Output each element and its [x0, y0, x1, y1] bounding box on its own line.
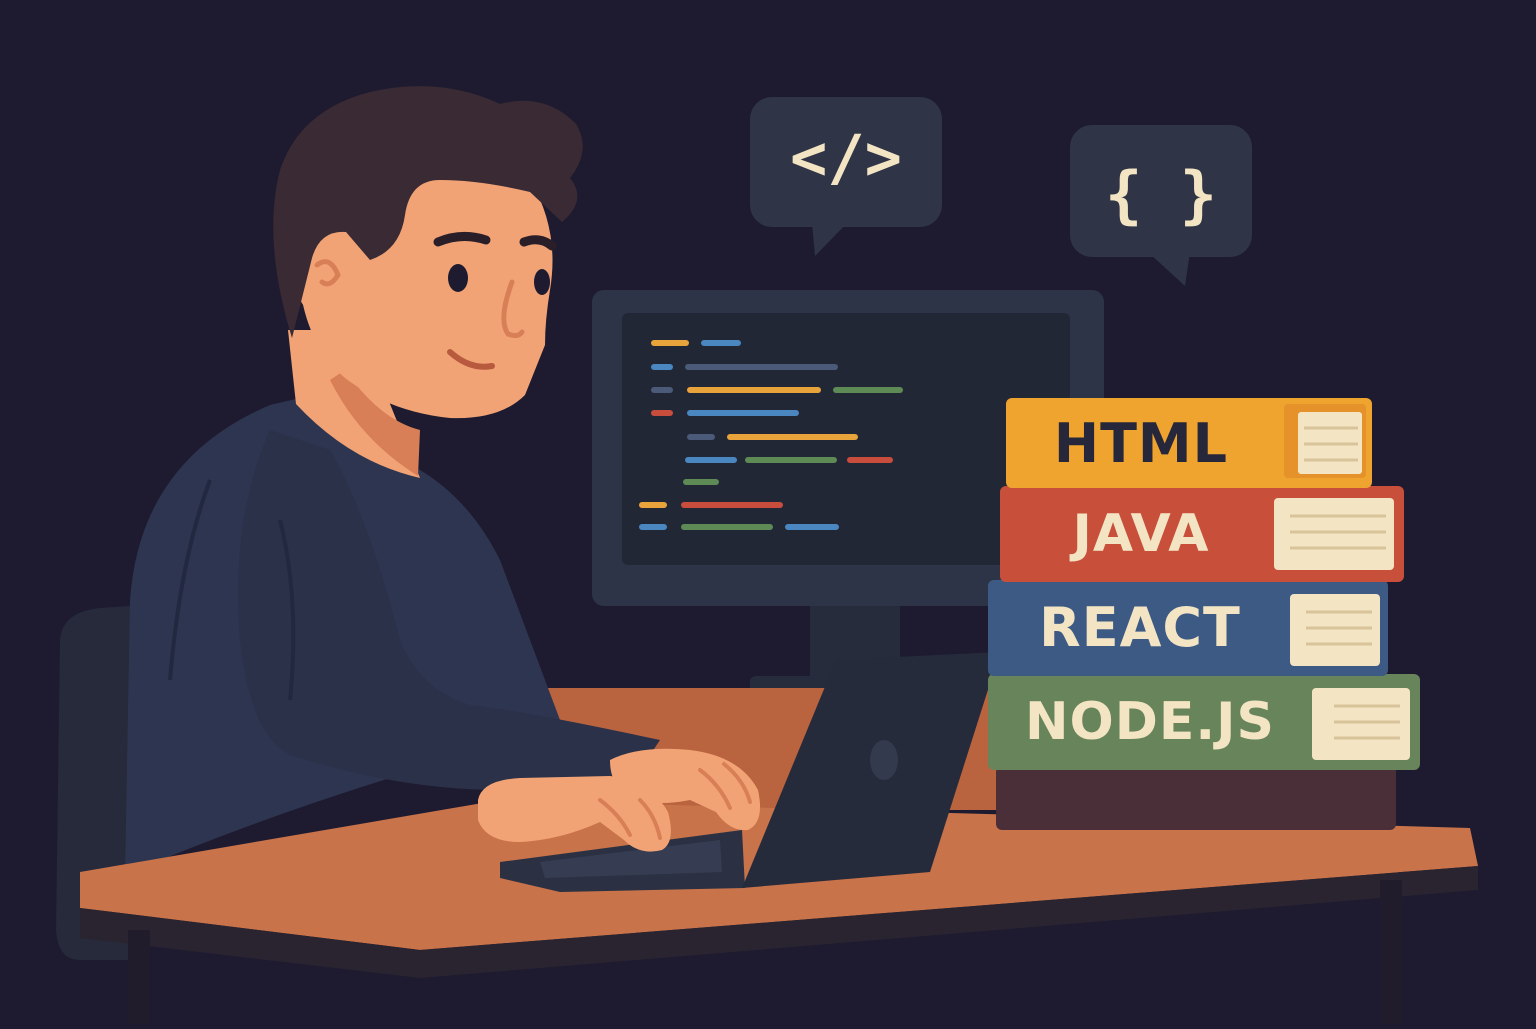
- book-label-react: REACT: [1039, 596, 1241, 659]
- eye-left: [448, 264, 468, 292]
- desk-leg: [128, 930, 150, 1024]
- laptop-logo: [870, 740, 898, 780]
- eye-right: [534, 269, 550, 295]
- book-bottom: [996, 766, 1396, 830]
- developer-illustration: </> { } HTML JAVA REACT NODE.JS: [0, 0, 1536, 1024]
- curly-braces-icon: { }: [1105, 158, 1217, 231]
- desk-leg: [1380, 880, 1402, 1024]
- book-label-java: JAVA: [1072, 504, 1210, 564]
- book-label-nodejs: NODE.JS: [1025, 692, 1275, 752]
- code-tag-icon: </>: [790, 121, 902, 194]
- book-label-html: HTML: [1053, 412, 1229, 475]
